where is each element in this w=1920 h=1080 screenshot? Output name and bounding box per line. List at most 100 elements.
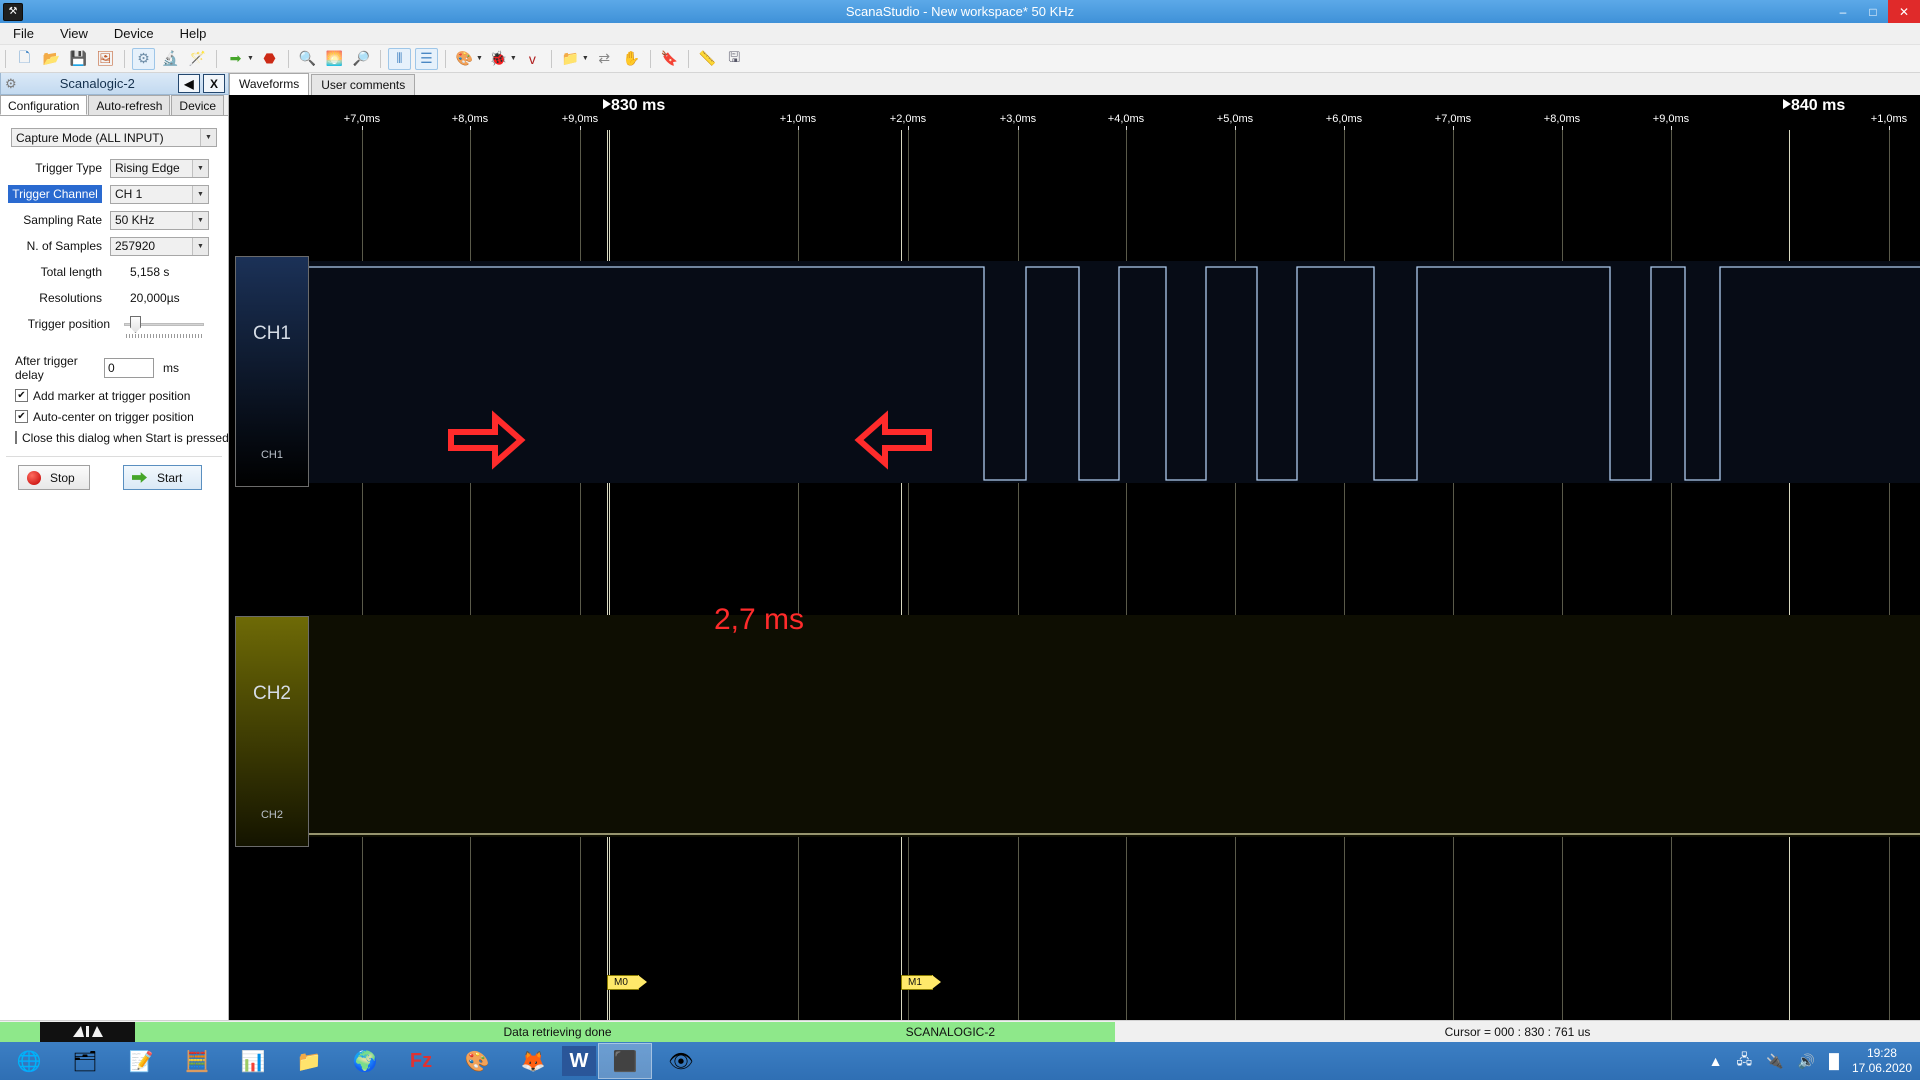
sampling-rate-select[interactable]: 50 KHz ▼ xyxy=(110,210,209,230)
config-tab-configuration[interactable]: Configuration xyxy=(0,95,88,115)
config-tab-auto-refresh[interactable]: Auto-refresh xyxy=(88,95,171,115)
stop-button-label: Stop xyxy=(50,470,75,485)
cursor-marker-m1[interactable]: M1 xyxy=(901,975,941,990)
taskbar-folder-icon[interactable]: 📁 xyxy=(282,1043,336,1079)
calculator-icon[interactable]: 🖫 xyxy=(723,48,746,70)
window-controls: – □ ✕ xyxy=(1828,0,1920,23)
action-buttons: Stop Start xyxy=(6,465,222,490)
trigger-position-slider[interactable] xyxy=(124,314,204,338)
gear-icon: ⚙ xyxy=(5,75,17,91)
taskbar-viewer-icon[interactable]: 👁 xyxy=(654,1043,708,1079)
ruler-icon[interactable]: 📏 xyxy=(696,48,719,70)
maximize-button[interactable]: □ xyxy=(1858,0,1888,23)
taskbar-app-icon[interactable]: 📊 xyxy=(226,1043,280,1079)
checkbox-box[interactable] xyxy=(15,431,17,444)
taskbar-clock[interactable]: 19:28 17.06.2020 xyxy=(1852,1046,1912,1076)
device-icon[interactable]: 🔬 xyxy=(159,48,182,70)
new-file-icon[interactable]: 🗋 xyxy=(13,48,36,70)
tray-signal-icon[interactable]: █ xyxy=(1829,1053,1839,1069)
field-label: Trigger Channel xyxy=(8,185,102,203)
start-button[interactable]: Start xyxy=(123,465,202,490)
tray-battery-icon[interactable]: 🔌 xyxy=(1766,1053,1783,1070)
checkbox-box[interactable]: ✔ xyxy=(15,410,28,423)
cursor-marker-m0[interactable]: M0 xyxy=(607,975,647,990)
config-body: Capture Mode (ALL INPUT) ▼ Trigger Type R… xyxy=(0,116,229,490)
save-icon[interactable]: 💾 xyxy=(67,48,90,70)
config-tab-device[interactable]: Device xyxy=(171,95,225,115)
run-arrow-icon[interactable]: ➡ xyxy=(224,48,247,70)
save-as-icon[interactable]: 🖼 xyxy=(94,48,117,70)
open-folder-icon[interactable]: 📂 xyxy=(40,48,63,70)
time-marker-text: 830 ms xyxy=(611,97,666,114)
capture-mode-select[interactable]: Capture Mode (ALL INPUT) ▼ xyxy=(11,128,217,147)
open-script-icon[interactable]: 📁 xyxy=(559,48,582,70)
hand-icon[interactable]: ✋ xyxy=(620,48,643,70)
ruler-tick-label: +2,0ms xyxy=(889,113,927,125)
bookmark-icon[interactable]: 🔖 xyxy=(658,48,681,70)
ch2-channel-header[interactable]: CH2 CH2 xyxy=(235,616,309,847)
taskbar-paint-icon[interactable]: 🎨 xyxy=(450,1043,504,1079)
signal-icon[interactable]: ᴠ xyxy=(521,48,544,70)
zoom-out-icon[interactable]: 🔍 xyxy=(296,48,319,70)
waveform-view[interactable]: +7,0ms +8,0ms +9,0ms +1,0ms +2,0ms +3,0ms +4,0… xyxy=(229,95,1920,1020)
wand-icon[interactable]: 🪄 xyxy=(186,48,209,70)
tab-waveforms[interactable]: Waveforms xyxy=(229,73,310,95)
taskbar-edge-icon[interactable]: 🌐 xyxy=(2,1043,56,1079)
align-icon[interactable]: ⇄ xyxy=(593,48,616,70)
slider-thumb[interactable] xyxy=(130,316,141,333)
dock-collapse-button[interactable]: ◀ xyxy=(178,74,200,93)
toolbar-separator xyxy=(124,49,125,68)
taskbar-calculator-icon[interactable]: 🧮 xyxy=(170,1043,224,1079)
decoder-icon[interactable]: 🐞 xyxy=(487,48,510,70)
chevron-down-icon[interactable]: ▼ xyxy=(510,55,517,62)
toolbar-separator xyxy=(287,49,289,68)
trigger-channel-select[interactable]: CH 1 ▼ xyxy=(110,184,209,204)
ch1-channel-header[interactable]: CH1 CH1 xyxy=(235,256,309,487)
chevron-down-icon[interactable]: ▼ xyxy=(247,55,254,62)
menu-device[interactable]: Device xyxy=(101,23,167,45)
menu-view[interactable]: View xyxy=(47,23,101,45)
tray-expand-icon[interactable]: ▲ xyxy=(1709,1053,1723,1069)
chevron-down-icon[interactable]: ▼ xyxy=(476,55,483,62)
taskbar-firefox-icon[interactable]: 🦊 xyxy=(506,1043,560,1079)
after-trigger-delay-unit: ms xyxy=(163,361,179,375)
menu-help[interactable]: Help xyxy=(167,23,220,45)
time-ruler[interactable]: +7,0ms +8,0ms +9,0ms +1,0ms +2,0ms +3,0ms +4,0… xyxy=(229,95,1920,131)
checkbox-close-this-dialog-when-start-is-pressed[interactable]: Close this dialog when Start is pressed xyxy=(15,427,229,448)
trigger-type-select[interactable]: Rising Edge ▼ xyxy=(110,158,209,178)
ruler-tick-label: +9,0ms xyxy=(1652,113,1690,125)
taskbar-scanastudio-icon[interactable]: ⬛ xyxy=(598,1043,652,1079)
n-of-samples-select[interactable]: 257920 ▼ xyxy=(110,236,209,256)
annotation-arrows xyxy=(448,410,932,470)
grid-vertical-icon[interactable]: ⫴ xyxy=(387,47,411,70)
taskbar-notepad-icon[interactable]: 📝 xyxy=(114,1043,168,1079)
tab-user-comments[interactable]: User comments xyxy=(311,74,416,95)
menu-file[interactable]: File xyxy=(0,23,47,45)
readout-value: 5,158 s xyxy=(130,265,170,279)
checkbox-auto-center-on-trigger-position[interactable]: ✔ Auto-center on trigger position xyxy=(15,406,222,427)
zoom-in-icon[interactable]: 🔎 xyxy=(350,48,373,70)
config-row: Trigger Channel CH 1 ▼ xyxy=(6,181,222,207)
palette-icon[interactable]: 🎨 xyxy=(453,48,476,70)
minimize-button[interactable]: – xyxy=(1828,0,1858,23)
tray-network-icon[interactable]: 🖧 xyxy=(1737,1049,1753,1073)
checkbox-box[interactable]: ✔ xyxy=(15,389,28,402)
stop-button[interactable]: Stop xyxy=(18,465,90,490)
cursor-readout: Cursor = 000 : 830 : 761 us xyxy=(1444,1024,1591,1039)
settings-gear-icon[interactable]: ⚙ xyxy=(132,47,155,70)
zoom-fit-icon[interactable]: 🌅 xyxy=(323,48,346,70)
chevron-down-icon[interactable]: ▼ xyxy=(582,55,589,62)
taskbar-globe-icon[interactable]: 🌍 xyxy=(338,1043,392,1079)
stop-icon[interactable]: ⬣ xyxy=(258,48,281,70)
tray-volume-icon[interactable]: 🔊 xyxy=(1798,1053,1815,1070)
checkbox-add-marker-at-trigger-position[interactable]: ✔ Add marker at trigger position xyxy=(15,385,222,406)
close-button[interactable]: ✕ xyxy=(1888,0,1920,23)
readout-row: Total length 5,158 s xyxy=(6,259,222,285)
taskbar-filezilla-icon[interactable]: Fz xyxy=(394,1043,448,1079)
taskbar-explorer-icon[interactable]: 🗂 xyxy=(58,1043,112,1079)
taskbar-word-icon[interactable]: W xyxy=(562,1046,596,1076)
list-icon[interactable]: ☰ xyxy=(414,47,438,70)
dock-close-button[interactable]: X xyxy=(203,74,225,93)
after-trigger-delay-input[interactable] xyxy=(104,358,154,378)
chevron-down-icon: ▼ xyxy=(192,237,208,255)
